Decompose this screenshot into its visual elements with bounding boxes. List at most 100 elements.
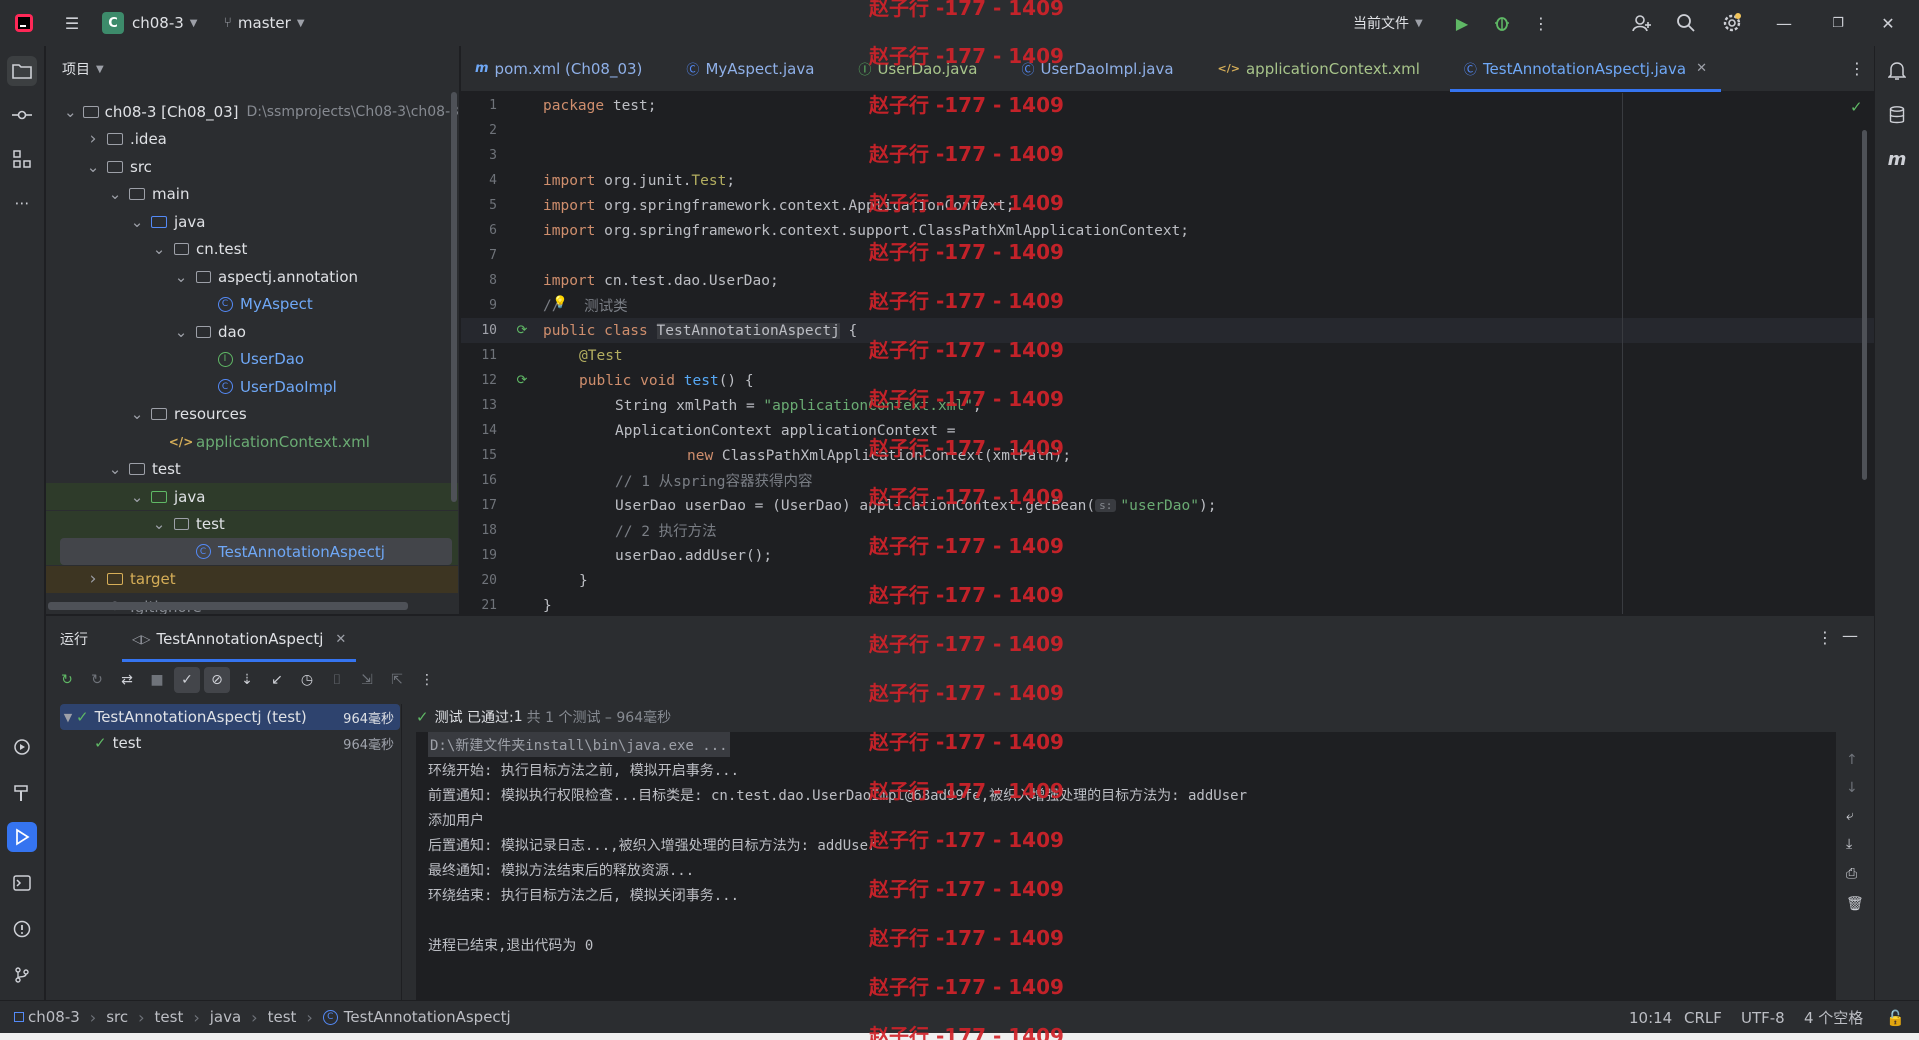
scroll-to-end-icon[interactable]: ⤓: [1846, 836, 1852, 852]
problems-icon[interactable]: [7, 914, 37, 944]
file-encoding[interactable]: UTF-8: [1741, 1001, 1785, 1034]
tree-item[interactable]: C MyAspect: [46, 291, 458, 318]
commit-icon[interactable]: [7, 100, 37, 130]
tree-item[interactable]: ⌄ dao: [46, 318, 458, 345]
test-case-row[interactable]: ✓ test 964毫秒: [60, 730, 400, 756]
run-more-icon[interactable]: ⋮: [1817, 628, 1833, 647]
breadcrumb-item[interactable]: java: [210, 1008, 241, 1026]
inspection-ok-icon[interactable]: ✓: [1850, 98, 1863, 116]
line-separator[interactable]: CRLF: [1684, 1001, 1722, 1034]
scroll-down-icon[interactable]: ↓: [1846, 780, 1858, 796]
tree-item[interactable]: </> applicationContext.xml: [46, 428, 458, 455]
tree-item[interactable]: ⌄ resources: [46, 401, 458, 428]
tree-item[interactable]: ⌄ cn.test: [46, 236, 458, 263]
structure-icon[interactable]: [7, 144, 37, 174]
toggle-auto-test-icon[interactable]: ⇄: [114, 667, 140, 693]
console-command[interactable]: D:\新建文件夹install\bin\java.exe ...: [428, 732, 730, 757]
notifications-icon[interactable]: [1882, 56, 1912, 86]
tree-item[interactable]: ⌄ main: [46, 181, 458, 208]
soft-wrap-icon[interactable]: ⤶: [1846, 808, 1854, 824]
main-menu-icon[interactable]: ☰: [58, 9, 86, 37]
tree-item[interactable]: › target: [46, 565, 458, 593]
minimize-panel-icon[interactable]: —: [1842, 626, 1858, 645]
tree-item[interactable]: ⌄ java: [46, 208, 458, 235]
test-suite-row[interactable]: ▼ ✓ TestAnnotationAspectj (test) 964毫秒: [60, 704, 400, 730]
close-icon[interactable]: ✕: [1874, 9, 1902, 37]
branch-selector[interactable]: ⑂ master ▼: [224, 14, 305, 32]
toolbar-more-icon[interactable]: ⋮: [414, 667, 440, 693]
editor-tab[interactable]: </> applicationContext.xml: [1204, 46, 1434, 92]
breadcrumb-item[interactable]: test: [268, 1008, 297, 1026]
tree-item[interactable]: ⌄ java: [46, 483, 458, 510]
console-output[interactable]: D:\新建文件夹install\bin\java.exe ... 环绕开始: 执…: [416, 732, 1836, 1001]
run-test-gutter-icon[interactable]: ⟳: [501, 323, 543, 338]
code-editor[interactable]: 1 package test; 2 3 4 import org.junit. Tes…: [461, 93, 1874, 614]
breadcrumb-item[interactable]: ch08-3: [28, 1008, 80, 1026]
sort-icon[interactable]: ⇣: [234, 667, 260, 693]
breadcrumb-item[interactable]: src: [106, 1008, 128, 1026]
restore-icon[interactable]: ❐: [1824, 9, 1852, 37]
editor-tab[interactable]: Ⓒ UserDaoImpl.java: [1007, 46, 1187, 92]
indent-setting[interactable]: 4 个空格: [1804, 1001, 1863, 1034]
database-icon[interactable]: [1882, 100, 1912, 130]
export-icon[interactable]: ⇱: [384, 667, 410, 693]
history-icon[interactable]: ◷: [294, 667, 320, 693]
run-tab[interactable]: ◁▷ TestAnnotationAspectj ✕: [122, 616, 357, 662]
minimize-icon[interactable]: —: [1770, 9, 1798, 37]
run-test-gutter-icon[interactable]: ⟳: [501, 373, 543, 388]
tree-item[interactable]: ⌄ src: [46, 153, 458, 180]
editor-tab[interactable]: m pom.xml (Ch08_03): [461, 46, 656, 92]
chevron-right-icon[interactable]: ›: [86, 569, 100, 589]
run-tool-icon[interactable]: [7, 822, 37, 852]
editor-tab[interactable]: Ⓒ MyAspect.java: [672, 46, 828, 92]
lock-icon[interactable]: 🔓: [1886, 1001, 1905, 1034]
breadcrumb-item[interactable]: TestAnnotationAspectj: [344, 1008, 511, 1026]
chevron-down-icon[interactable]: ⌄: [174, 323, 188, 341]
close-icon[interactable]: ✕: [1696, 61, 1707, 76]
scroll-up-icon[interactable]: ↑: [1846, 752, 1858, 768]
chevron-right-icon[interactable]: ›: [86, 129, 100, 149]
run-icon[interactable]: ▶: [1448, 9, 1476, 37]
chevron-down-icon[interactable]: ⌄: [130, 405, 144, 423]
chevron-down-icon[interactable]: ⌄: [174, 268, 188, 286]
tree-item[interactable]: ⌄ aspectj.annotation: [46, 263, 458, 290]
trash-icon[interactable]: 🗑: [1846, 896, 1864, 912]
import-icon[interactable]: ⇲: [354, 667, 380, 693]
tree-hscrollbar[interactable]: [48, 602, 408, 610]
editor-tab[interactable]: Ⓒ TestAnnotationAspectj.java ✕: [1449, 46, 1722, 92]
breadcrumb-item[interactable]: test: [155, 1008, 184, 1026]
show-passed-icon[interactable]: ✓: [174, 667, 200, 693]
more-actions-icon[interactable]: ⋮: [1527, 9, 1555, 37]
tree-item[interactable]: C TestAnnotationAspectj: [46, 538, 458, 565]
editor-scrollbar[interactable]: [1862, 130, 1867, 480]
search-icon[interactable]: [1672, 9, 1700, 37]
tree-scrollbar[interactable]: [451, 92, 457, 502]
chevron-down-icon[interactable]: ⌄: [108, 460, 122, 478]
caret-position[interactable]: 10:14: [1629, 1001, 1672, 1034]
chevron-down-icon[interactable]: ⌄: [64, 103, 77, 121]
print-icon[interactable]: ⎙: [1846, 866, 1857, 882]
tree-item[interactable]: I UserDao: [46, 346, 458, 373]
tree-item[interactable]: C UserDaoImpl: [46, 373, 458, 400]
chevron-down-icon[interactable]: ⌄: [86, 158, 100, 176]
stop-icon[interactable]: ■: [144, 667, 170, 693]
maven-icon[interactable]: m: [1882, 144, 1912, 174]
lightbulb-icon[interactable]: 💡: [552, 295, 567, 309]
project-panel-header[interactable]: 项目 ▼: [46, 46, 459, 92]
project-folder-icon[interactable]: [7, 56, 37, 86]
chevron-down-icon[interactable]: ⌄: [130, 488, 144, 506]
close-icon[interactable]: ✕: [335, 632, 346, 647]
camera-icon[interactable]: ⌷: [324, 667, 350, 693]
settings-icon[interactable]: [1718, 9, 1746, 37]
add-user-icon[interactable]: [1628, 9, 1656, 37]
tree-item[interactable]: ⌄ test: [46, 510, 458, 538]
tree-item[interactable]: ⌄ ch08-3 [Ch08_03] D:\ssmprojects\Ch08-3\c…: [46, 98, 459, 125]
rerun-icon[interactable]: ↻: [54, 667, 80, 693]
tree-item[interactable]: ⌄ test: [46, 456, 458, 483]
rerun-failed-icon[interactable]: ↻: [84, 667, 110, 693]
chevron-down-icon[interactable]: ⌄: [130, 213, 144, 231]
collapse-icon[interactable]: ↙: [264, 667, 290, 693]
chevron-down-icon[interactable]: ⌄: [152, 240, 166, 258]
project-selector[interactable]: C ch08-3 ▼: [102, 12, 198, 34]
more-tools-icon[interactable]: ⋯: [7, 188, 37, 218]
